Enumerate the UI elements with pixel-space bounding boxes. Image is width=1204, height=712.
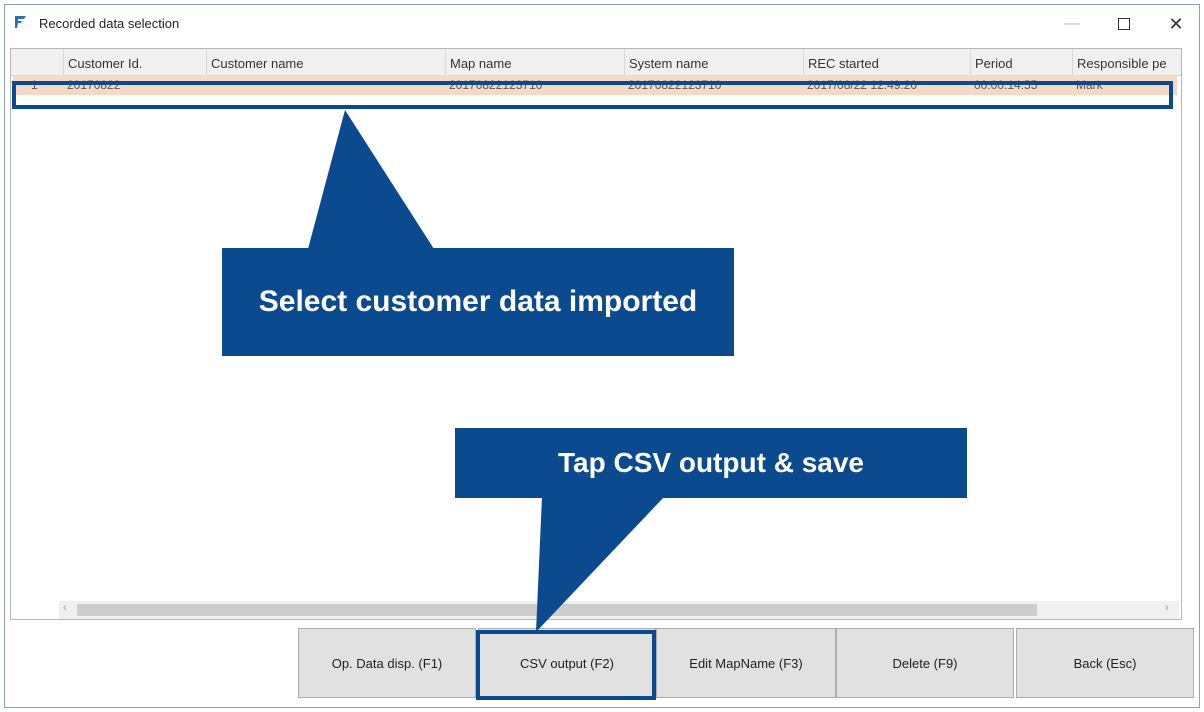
cell-period: 00:00:14:55 [974, 78, 1038, 92]
cell-map-name: 20170822123710 [449, 78, 543, 92]
close-button[interactable]: ✕ [1153, 9, 1199, 39]
column-header-rec-started[interactable]: REC started [803, 49, 970, 75]
delete-button[interactable]: Delete (F9) [836, 628, 1014, 698]
column-header-customer-name[interactable]: Customer name [206, 49, 445, 75]
cell-responsible-person: Mark [1076, 78, 1103, 92]
minimize-button[interactable]: — [1049, 9, 1095, 39]
column-header-system-name[interactable]: System name [624, 49, 803, 75]
scrollbar-thumb[interactable] [77, 604, 1037, 616]
op-data-disp-button[interactable]: Op. Data disp. (F1) [298, 628, 476, 698]
column-header-customer-id[interactable]: Customer Id. [63, 49, 206, 75]
scroll-right-icon[interactable]: › [1165, 602, 1169, 614]
maximize-button[interactable] [1101, 9, 1147, 39]
column-header-period[interactable]: Period [970, 49, 1072, 75]
edit-mapname-button[interactable]: Edit MapName (F3) [656, 628, 836, 698]
column-header-map-name[interactable]: Map name [445, 49, 624, 75]
csv-output-button[interactable]: CSV output (F2) [478, 628, 656, 698]
back-button[interactable]: Back (Esc) [1016, 628, 1194, 698]
row-index: 1 [31, 78, 38, 92]
title-bar: Recorded data selection — ✕ [5, 5, 1199, 43]
maximize-icon [1118, 17, 1130, 30]
app-flag-icon [15, 16, 26, 28]
window-title: Recorded data selection [39, 16, 180, 31]
callout-select-customer-data: Select customer data imported [222, 248, 734, 356]
column-header-responsible-person[interactable]: Responsible pe [1072, 49, 1181, 75]
cell-system-name: 20170822123710 [628, 78, 722, 92]
cell-customer-name [206, 75, 445, 95]
cell-customer-id: 20170822 [67, 78, 121, 92]
cell-rec-started: 2017/08/22 12:49:20 [807, 78, 918, 92]
minimize-icon: — [1064, 15, 1080, 32]
scroll-left-icon[interactable]: ‹ [63, 602, 67, 614]
table-row[interactable]: 1 20170822 20170822123710 20170822123710… [13, 75, 1177, 95]
table-header: Customer Id. Customer name Map name Syst… [11, 49, 1181, 76]
callout-tap-csv-output: Tap CSV output & save [455, 428, 967, 498]
horizontal-scrollbar[interactable]: ‹ › [59, 601, 1179, 619]
close-icon: ✕ [1168, 14, 1184, 34]
